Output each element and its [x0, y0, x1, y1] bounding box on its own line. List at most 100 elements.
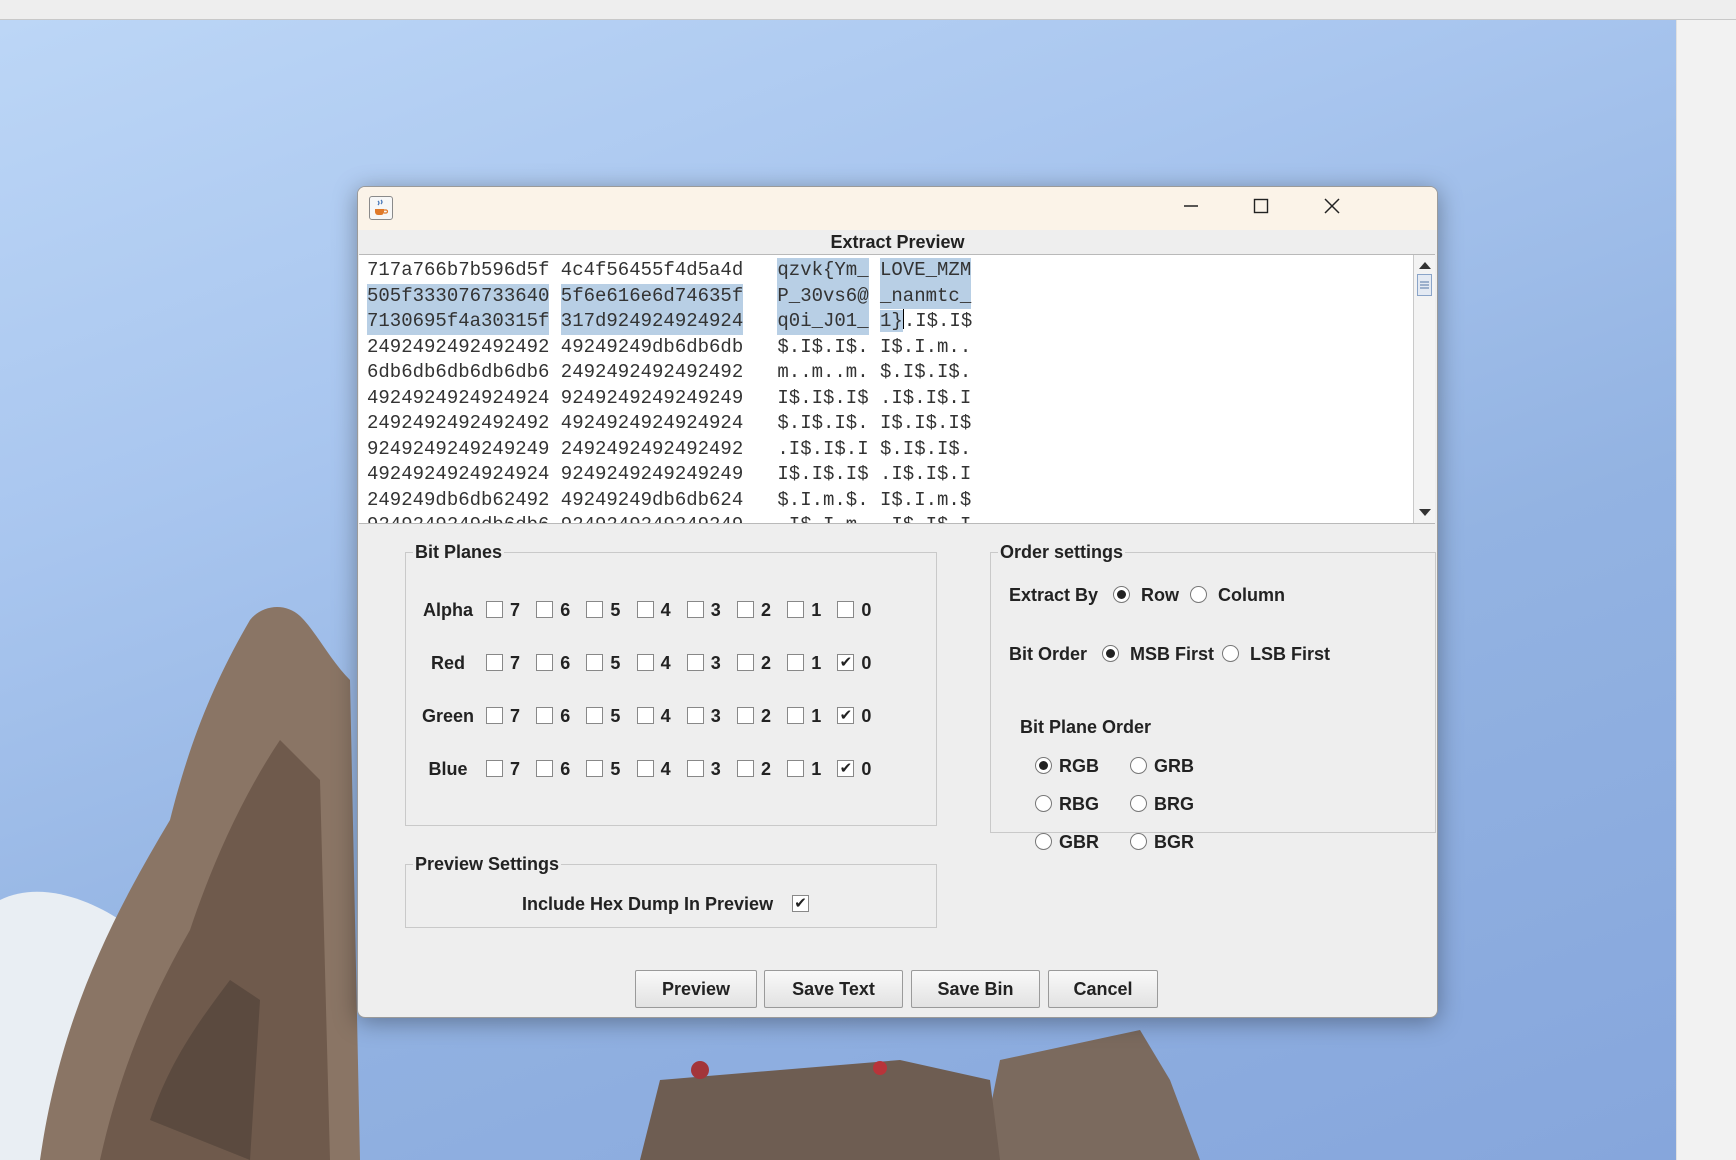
plane-order-label-rbg[interactable]: RBG — [1059, 794, 1099, 815]
hex-cell-hex1: 7130695f4a30315f — [367, 309, 550, 335]
bit-plane-checkbox[interactable] — [536, 601, 554, 618]
save-text-button[interactable]: Save Text — [764, 970, 903, 1008]
plane-order-radio-bgr[interactable] — [1130, 833, 1147, 850]
channel-label: Alpha — [422, 600, 473, 620]
hex-cell-hex1: 6db6db6db6db6db6 — [367, 361, 550, 383]
cancel-button[interactable]: Cancel — [1048, 970, 1158, 1008]
bit-plane-checkbox[interactable] — [737, 654, 754, 671]
lsb-first-radio[interactable] — [1222, 645, 1239, 662]
include-hex-checkbox[interactable]: ✔ — [792, 895, 809, 912]
maximize-button[interactable] — [1226, 187, 1296, 230]
bit-plane-checkbox[interactable]: ✔ — [837, 760, 855, 777]
bit-plane-checkbox[interactable] — [737, 707, 754, 724]
bit-number-label: 0 — [861, 759, 872, 779]
plane-order-radio-rgb[interactable] — [1035, 757, 1052, 774]
plane-order-label-grb[interactable]: GRB — [1154, 756, 1194, 777]
bit-number-label: 5 — [610, 706, 621, 726]
save-bin-button[interactable]: Save Bin — [911, 970, 1040, 1008]
plane-order-label-gbr[interactable]: GBR — [1059, 832, 1099, 853]
hex-cell-ascii2: LOVE_MZM — [880, 258, 972, 284]
plane-order-label-rgb[interactable]: RGB — [1059, 756, 1099, 777]
bit-plane-checkbox[interactable] — [486, 654, 503, 671]
bit-plane-checkbox[interactable] — [636, 760, 654, 777]
bit-plane-checkbox[interactable] — [787, 601, 805, 618]
bit-plane-checkbox[interactable] — [486, 760, 503, 777]
bit-number-label: 3 — [710, 706, 721, 726]
bit-plane-checkbox[interactable] — [636, 601, 654, 618]
bit-plane-checkbox[interactable] — [737, 601, 754, 618]
hex-cell-ascii2: $.I$.I$. — [880, 361, 972, 383]
plane-order-radio-brg[interactable] — [1130, 795, 1147, 812]
bit-plane-checkbox[interactable] — [686, 760, 704, 777]
bit-plane-checkbox[interactable] — [737, 760, 754, 777]
preview-settings-title: Preview Settings — [415, 854, 560, 874]
extract-by-column-label[interactable]: Column — [1218, 585, 1285, 606]
bit-plane-checkbox[interactable]: ✔ — [837, 654, 855, 671]
extract-by-row-label[interactable]: Row — [1141, 585, 1179, 606]
plane-order-radio-rbg[interactable] — [1035, 795, 1052, 812]
plane-order-label-brg[interactable]: BRG — [1154, 794, 1194, 815]
title-bar[interactable] — [358, 187, 1437, 230]
bit-number-label: 1 — [811, 759, 822, 779]
bit-plane-checkbox[interactable] — [586, 707, 604, 724]
include-hex-label: Include Hex Dump In Preview — [522, 894, 774, 914]
bit-plane-checkbox[interactable] — [486, 707, 503, 724]
bit-plane-row-green: Green 7 6 5 4 3 2 1 ✔ 0 — [406, 702, 936, 732]
bit-number-label: 6 — [560, 759, 571, 779]
bit-number-label: 7 — [510, 600, 521, 620]
bit-planes-title: Bit Planes — [415, 542, 503, 562]
bit-plane-checkbox[interactable] — [586, 601, 604, 618]
bit-plane-row-red: Red 7 6 5 4 3 2 1 ✔ 0 — [406, 649, 936, 679]
bit-plane-checkbox[interactable] — [536, 654, 554, 671]
extract-preview-area[interactable]: 717a766b7b596d5f 4c4f56455f4d5a4d qzvk{Ym_… — [359, 254, 1435, 524]
bit-plane-checkbox[interactable]: ✔ — [837, 707, 855, 724]
bit-plane-checkbox[interactable] — [536, 760, 554, 777]
bit-plane-checkbox[interactable] — [787, 760, 805, 777]
close-icon — [1323, 197, 1341, 220]
bit-number-label: 2 — [761, 706, 772, 726]
hex-cell-ascii2: $.I$.I$. — [880, 437, 972, 460]
hex-cell-ascii2: I$.I.m.. — [880, 335, 972, 358]
bit-plane-checkbox[interactable] — [586, 760, 604, 777]
extract-by-column-radio[interactable] — [1190, 586, 1207, 603]
bit-plane-checkbox[interactable] — [686, 707, 704, 724]
hex-cell-hex2: 4c4f56455f4d5a4d — [560, 259, 744, 281]
bit-plane-checkbox[interactable] — [586, 654, 604, 671]
bit-plane-checkbox[interactable] — [686, 654, 704, 671]
extract-by-row-radio[interactable] — [1113, 586, 1130, 603]
bit-plane-checkbox[interactable] — [636, 654, 654, 671]
close-button[interactable] — [1297, 187, 1367, 230]
msb-first-radio[interactable] — [1102, 645, 1119, 662]
preview-button[interactable]: Preview — [635, 970, 757, 1008]
bit-plane-checkbox[interactable] — [837, 601, 855, 618]
scroll-thumb[interactable] — [1417, 274, 1432, 296]
bit-plane-checkbox[interactable] — [686, 601, 704, 618]
hex-row: 9249249249249249 2492492492492492 .I$.I$.I… — [367, 437, 1407, 463]
hex-row: 7130695f4a30315f 317d924924924924 q0i_J01_… — [367, 309, 1407, 335]
bit-number-label: 5 — [610, 600, 621, 620]
hex-dump-text[interactable]: 717a766b7b596d5f 4c4f56455f4d5a4d qzvk{Ym_… — [367, 258, 1407, 523]
plane-order-radio-gbr[interactable] — [1035, 833, 1052, 850]
bit-plane-checkbox[interactable] — [787, 707, 805, 724]
bit-plane-checkbox[interactable] — [486, 601, 503, 618]
bit-number-label: 7 — [510, 653, 521, 673]
plane-order-label-bgr[interactable]: BGR — [1154, 832, 1194, 853]
hex-cell-hex2: 9249249249249249 — [560, 463, 744, 485]
hex-cell-ascii1: .I$.I.m. — [777, 513, 868, 523]
plane-order-radio-grb[interactable] — [1130, 757, 1147, 774]
bit-plane-row-alpha: Alpha 7 6 5 4 3 2 1 0 — [406, 596, 936, 626]
bit-plane-checkbox[interactable] — [636, 707, 654, 724]
msb-first-label[interactable]: MSB First — [1130, 644, 1214, 665]
minimize-button[interactable] — [1156, 187, 1226, 230]
scroll-up-icon[interactable] — [1419, 262, 1431, 269]
hex-cell-ascii2: .I$.I$.I — [880, 513, 971, 523]
bit-plane-checkbox[interactable] — [536, 707, 554, 724]
hex-cell-hex1: 249249db6db62492 — [367, 488, 550, 511]
scroll-down-icon[interactable] — [1419, 509, 1431, 516]
bit-number-label: 0 — [861, 600, 872, 620]
lsb-first-label[interactable]: LSB First — [1250, 644, 1330, 665]
preview-settings-group: Preview Settings Include Hex Dump In Pre… — [405, 854, 937, 928]
vertical-scrollbar[interactable] — [1413, 255, 1435, 523]
bit-number-label: 6 — [560, 706, 571, 726]
bit-plane-checkbox[interactable] — [787, 654, 805, 671]
